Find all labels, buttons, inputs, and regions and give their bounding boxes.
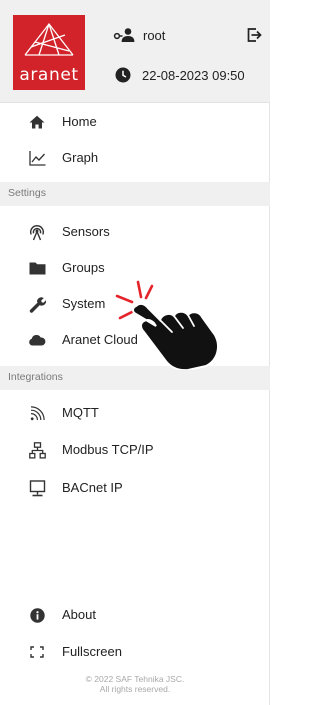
- wireless-sensor-icon: [28, 223, 46, 241]
- aranet-logo[interactable]: aranet: [13, 15, 85, 90]
- logout-icon[interactable]: [246, 27, 262, 43]
- menu-item-groups[interactable]: Groups: [0, 250, 270, 286]
- menu-item-fullscreen[interactable]: Fullscreen: [0, 634, 270, 670]
- datetime: 22-08-2023 09:50: [142, 67, 245, 83]
- menu-item-modbus[interactable]: Modbus TCP/IP: [0, 432, 270, 468]
- menu-item-label: Home: [62, 114, 97, 129]
- device-time: 22-08-2023 09:50: [115, 66, 245, 84]
- menu-item-sensors[interactable]: Sensors: [0, 214, 270, 250]
- menu-item-label: System: [62, 296, 106, 311]
- menu-item-aranet-cloud[interactable]: Aranet Cloud: [0, 322, 270, 358]
- menu-item-label: Modbus TCP/IP: [62, 442, 154, 457]
- menu-item-about[interactable]: About: [0, 597, 270, 633]
- menu-item-label: MQTT: [62, 405, 99, 420]
- info-icon: [28, 606, 46, 624]
- menu-item-label: Sensors: [62, 224, 110, 239]
- rss-feed-icon: [28, 404, 46, 422]
- menu-item-bacnet[interactable]: BACnet IP: [0, 470, 270, 506]
- folder-icon: [28, 259, 46, 277]
- copyright-footer: © 2022 SAF Tehnika JSC. All rights reser…: [0, 674, 270, 694]
- cloud-icon: [28, 331, 46, 349]
- clock-icon: [115, 67, 131, 83]
- user-key-icon: [113, 28, 135, 42]
- network-tree-icon: [28, 441, 46, 459]
- menu-item-label: Groups: [62, 260, 105, 275]
- fullscreen-icon: [28, 643, 46, 661]
- monitor-icon: [28, 479, 46, 497]
- home-icon: [28, 113, 46, 131]
- menu-item-label: Fullscreen: [62, 644, 122, 659]
- menu-item-label: BACnet IP: [62, 480, 123, 495]
- menu-item-label: About: [62, 607, 96, 622]
- section-header-settings: Settings: [0, 182, 270, 206]
- menu-item-mqtt[interactable]: MQTT: [0, 395, 270, 431]
- logo-text: aranet: [19, 65, 79, 85]
- section-title: Integrations: [8, 371, 63, 383]
- section-header-integrations: Integrations: [0, 366, 270, 390]
- menu-item-label: Aranet Cloud: [62, 332, 138, 347]
- line-chart-icon: [28, 149, 46, 167]
- menu-item-label: Graph: [62, 150, 99, 165]
- section-title: Settings: [8, 187, 46, 199]
- logo-mark-icon: [24, 22, 74, 56]
- menu-item-graph[interactable]: Graph: [0, 140, 270, 176]
- wrench-icon: [28, 295, 46, 313]
- menu-item-home[interactable]: Home: [0, 104, 270, 140]
- current-user: root: [113, 25, 165, 45]
- copyright-line: All rights reserved.: [99, 684, 171, 694]
- username: root: [143, 27, 166, 43]
- sidebar-header: aranet root 22-08-2023 09:50: [0, 0, 270, 103]
- copyright-line: © 2022 SAF Tehnika JSC.: [85, 674, 185, 684]
- sidebar-panel: aranet root 22-08-2023 09:50 Home Graph …: [0, 0, 270, 705]
- menu-item-system[interactable]: System: [0, 286, 270, 322]
